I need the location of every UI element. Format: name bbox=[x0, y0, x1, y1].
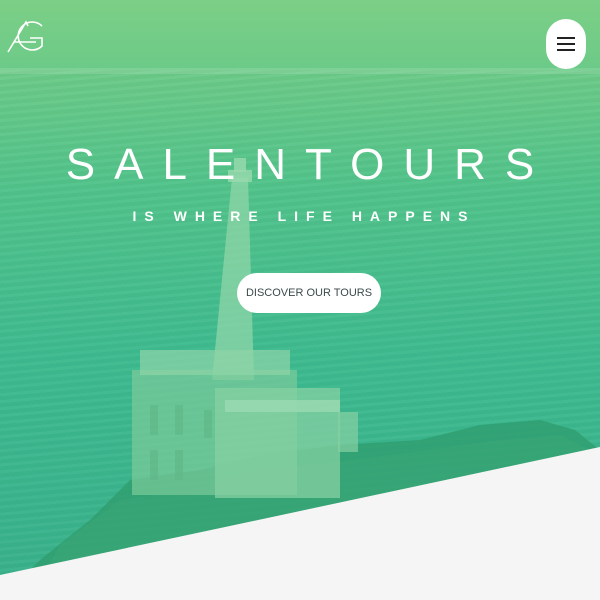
hero-section: SALENTOURS IS WHERE LIFE HAPPENS DISCOVE… bbox=[0, 0, 600, 600]
hero-tagline: IS WHERE LIFE HAPPENS bbox=[132, 208, 476, 224]
ag-monogram-logo[interactable] bbox=[6, 18, 46, 54]
menu-button[interactable] bbox=[546, 19, 586, 69]
hero-title: SALENTOURS bbox=[65, 140, 554, 189]
hamburger-menu-icon bbox=[557, 37, 575, 51]
discover-tours-button[interactable]: DISCOVER OUR TOURS bbox=[237, 273, 381, 313]
